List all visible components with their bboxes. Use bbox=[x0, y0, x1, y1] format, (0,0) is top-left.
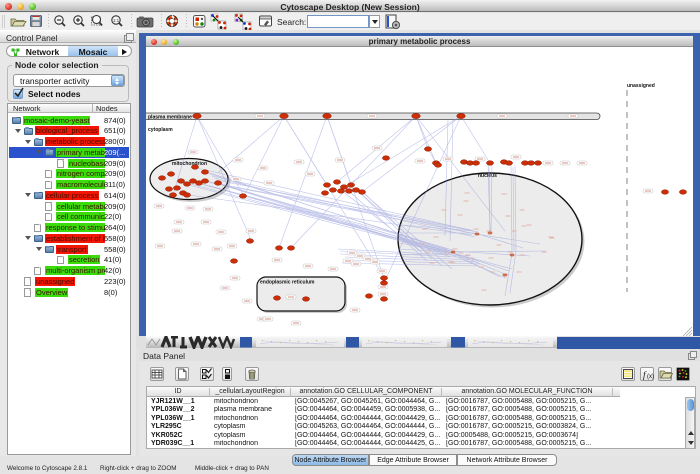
svg-text:cytoplasm: cytoplasm bbox=[148, 127, 173, 133]
svg-text:nucleus: nucleus bbox=[478, 173, 497, 179]
svg-text:1:1: 1:1 bbox=[113, 18, 120, 23]
svg-text:mitochondrion: mitochondrion bbox=[172, 161, 207, 167]
svg-text:plasma membrane: plasma membrane bbox=[148, 115, 192, 121]
svg-text:endoplasmic reticulum: endoplasmic reticulum bbox=[260, 280, 315, 286]
svg-text:(x): (x) bbox=[647, 374, 654, 380]
svg-text:unassigned: unassigned bbox=[627, 83, 655, 89]
